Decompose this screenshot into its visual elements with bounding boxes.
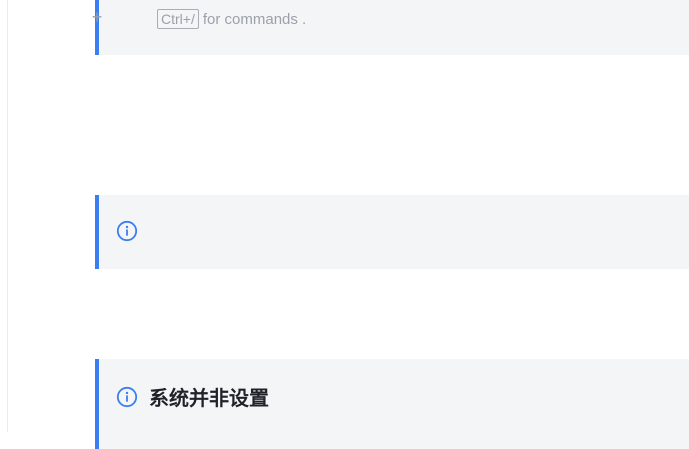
callout-block-empty[interactable] — [95, 195, 689, 269]
callout-title[interactable]: 系统并非设置 — [149, 384, 269, 412]
info-icon[interactable] — [116, 220, 138, 242]
shortcut-key: Ctrl+/ — [157, 9, 199, 29]
left-gutter — [0, 0, 8, 432]
info-icon[interactable] — [116, 386, 138, 408]
command-hint: Ctrl+/ for commands . — [157, 9, 306, 29]
add-block-button[interactable]: + — [89, 8, 105, 26]
command-hint-text: for commands . — [202, 10, 307, 28]
